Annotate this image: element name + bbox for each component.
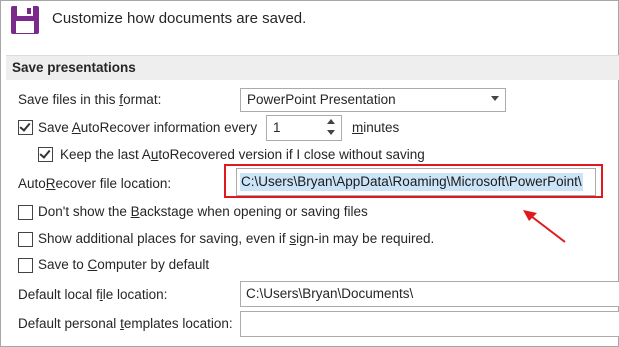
autorecover-location-label: AutoRecover file location: — [18, 176, 172, 191]
chevron-down-icon — [491, 96, 499, 101]
floppy-disk-icon — [10, 5, 44, 35]
default-local-value: C:\Users\Bryan\Documents\ — [246, 286, 414, 301]
format-select[interactable]: PowerPoint Presentation — [240, 88, 506, 112]
autorecover-checkbox[interactable] — [18, 120, 33, 135]
spin-down-icon[interactable] — [327, 130, 335, 135]
keep-last-label: Keep the last AutoRecovered version if I… — [60, 147, 425, 162]
default-local-input[interactable]: C:\Users\Bryan\Documents\ — [240, 281, 619, 307]
keep-last-checkbox[interactable] — [38, 147, 53, 162]
annotation-arrow-icon — [523, 210, 566, 243]
additional-places-label: Show additional places for saving, even … — [38, 231, 435, 246]
backstage-checkbox[interactable] — [18, 205, 33, 220]
format-value: PowerPoint Presentation — [247, 92, 396, 107]
save-to-computer-label: Save to Computer by default — [38, 257, 210, 272]
section-header: Save presentations — [6, 55, 619, 80]
spin-up-icon[interactable] — [327, 119, 335, 124]
format-label: Save files in this format: — [18, 92, 162, 107]
personal-templates-input[interactable] — [240, 311, 619, 337]
backstage-label: Don't show the Backstage when opening or… — [38, 204, 368, 219]
autorecover-label: Save AutoRecover information every — [38, 120, 258, 135]
minutes-label: minutes — [352, 120, 400, 135]
autorecover-minutes-value: 1 — [273, 120, 281, 135]
header-title: Customize how documents are saved. — [52, 10, 307, 27]
additional-places-checkbox[interactable] — [18, 232, 33, 247]
personal-templates-label: Default personal templates location: — [18, 316, 233, 331]
section-title: Save presentations — [12, 60, 136, 75]
autorecover-minutes-stepper[interactable]: 1 — [266, 115, 342, 141]
highlight-box — [224, 164, 603, 198]
default-local-label: Default local file location: — [18, 287, 168, 302]
save-to-computer-checkbox[interactable] — [18, 258, 33, 273]
